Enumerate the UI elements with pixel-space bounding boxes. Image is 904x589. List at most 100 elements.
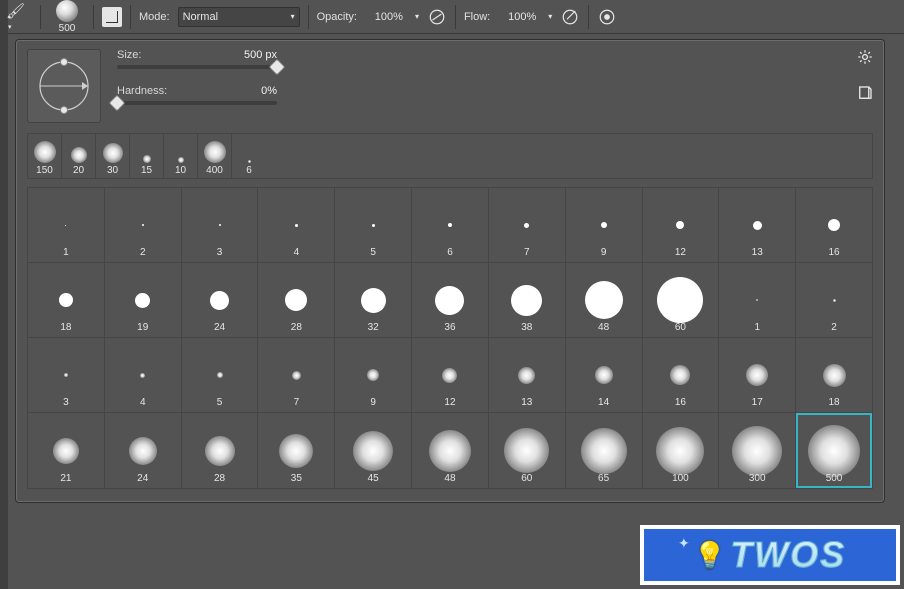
brush-preset-item[interactable]: 13 [489, 338, 566, 413]
new-preset-button[interactable] [855, 83, 875, 103]
brush-label: 12 [675, 247, 686, 258]
brush-preset-item[interactable]: 16 [796, 188, 872, 263]
hardness-value[interactable]: 0% [261, 85, 277, 97]
brush-preset-item[interactable]: 24 [105, 413, 182, 488]
brush-label: 16 [675, 397, 686, 408]
brush-preset-button[interactable]: 500 [49, 0, 85, 34]
brush-tip-icon [143, 155, 151, 163]
brush-preset-item[interactable]: 36 [412, 263, 489, 338]
brush-preset-item[interactable]: 9 [335, 338, 412, 413]
brush-label: 14 [598, 397, 609, 408]
brush-preset-item[interactable]: 12 [412, 338, 489, 413]
brush-preset-item[interactable]: 32 [335, 263, 412, 338]
separator [308, 5, 309, 29]
opacity-value[interactable]: 100% [365, 7, 407, 27]
brush-preset-item[interactable]: 4 [258, 188, 335, 263]
brush-label: 35 [291, 473, 302, 484]
brush-preset-item[interactable]: 500 [796, 413, 872, 488]
brush-preset-item[interactable]: 18 [28, 263, 105, 338]
brush-preset-item[interactable]: 5 [335, 188, 412, 263]
brush-preset-item[interactable]: 2 [796, 263, 872, 338]
brush-label: 4 [140, 397, 146, 408]
brush-preset-item[interactable]: 9 [566, 188, 643, 263]
brush-preset-item[interactable]: 19 [105, 263, 182, 338]
recent-brush-item[interactable]: 15 [130, 134, 164, 178]
brush-tip-icon [656, 427, 704, 475]
brush-preset-item[interactable]: 13 [719, 188, 796, 263]
brush-preset-item[interactable]: 28 [182, 413, 259, 488]
recent-brush-item[interactable]: 150 [28, 134, 62, 178]
brush-preset-item[interactable]: 12 [643, 188, 720, 263]
brush-tip-icon [285, 289, 307, 311]
brush-preset-item[interactable]: 18 [796, 338, 872, 413]
flyout-menu-button[interactable] [855, 47, 875, 67]
brush-preset-item[interactable]: 35 [258, 413, 335, 488]
airbrush-toggle[interactable] [560, 7, 580, 27]
toggle-brush-panel-button[interactable] [102, 7, 122, 27]
brush-label: 60 [675, 322, 686, 333]
brush-preset-item[interactable]: 16 [643, 338, 720, 413]
opacity-pressure-toggle[interactable] [427, 7, 447, 27]
brush-preset-item[interactable]: 5 [182, 338, 259, 413]
airbrush-icon [561, 8, 579, 26]
hardness-slider[interactable] [117, 101, 277, 105]
brush-preset-item[interactable]: 14 [566, 338, 643, 413]
brush-preset-item[interactable]: 48 [566, 263, 643, 338]
recent-brush-item[interactable]: 30 [96, 134, 130, 178]
mode-label: Mode: [139, 11, 170, 23]
brush-label: 1 [754, 322, 760, 333]
brush-preset-item[interactable]: 17 [719, 338, 796, 413]
chevron-down-icon[interactable]: ▾ [548, 12, 552, 21]
brush-preset-item[interactable]: 7 [489, 188, 566, 263]
slider-thumb-icon[interactable] [269, 59, 286, 76]
brush-preset-item[interactable]: 100 [643, 413, 720, 488]
brush-label: 400 [206, 165, 223, 176]
brush-tip-icon [205, 436, 235, 466]
brush-preset-item[interactable]: 45 [335, 413, 412, 488]
brush-preset-item[interactable]: 21 [28, 413, 105, 488]
brush-preset-item[interactable]: 1 [28, 188, 105, 263]
brush-preset-item[interactable]: 24 [182, 263, 259, 338]
separator [588, 5, 589, 29]
brush-preset-item[interactable]: 2 [105, 188, 182, 263]
brush-preset-item[interactable]: 3 [182, 188, 259, 263]
brush-preset-item[interactable]: 38 [489, 263, 566, 338]
brush-preset-popover: Size: 500 px Hardness: 0% 15020301510400… [16, 40, 884, 502]
recent-brush-item[interactable]: 6 [232, 134, 266, 178]
blend-mode-select[interactable]: Normal ▾ [178, 7, 300, 27]
brush-preset-item[interactable]: 7 [258, 338, 335, 413]
size-pressure-toggle[interactable] [597, 7, 617, 27]
brush-preset-item[interactable]: 6 [412, 188, 489, 263]
separator [130, 5, 131, 29]
chevron-down-icon: ▾ [291, 12, 295, 21]
options-bar: 🖌 ▾ 500 Mode: Normal ▾ Opacity: 100% ▾ F… [0, 0, 904, 34]
recent-brush-item[interactable]: 20 [62, 134, 96, 178]
brush-label: 28 [214, 473, 225, 484]
recent-brush-item[interactable]: 400 [198, 134, 232, 178]
brush-preset-item[interactable]: 60 [643, 263, 720, 338]
brush-tool-indicator[interactable]: 🖌 ▾ [6, 2, 32, 31]
brush-preset-item[interactable]: 3 [28, 338, 105, 413]
size-slider[interactable] [117, 65, 277, 69]
brush-tip-icon [518, 367, 535, 384]
brush-label: 7 [294, 397, 300, 408]
brush-preset-item[interactable]: 300 [719, 413, 796, 488]
brush-preset-item[interactable]: 65 [566, 413, 643, 488]
brush-tip-icon [524, 223, 529, 228]
size-value[interactable]: 500 px [244, 49, 277, 61]
brush-preset-item[interactable]: 1 [719, 263, 796, 338]
brush-angle-control[interactable] [27, 49, 101, 123]
brush-preset-item[interactable]: 4 [105, 338, 182, 413]
brush-preset-item[interactable]: 48 [412, 413, 489, 488]
recent-brush-item[interactable]: 10 [164, 134, 198, 178]
brush-preset-item[interactable]: 60 [489, 413, 566, 488]
app-left-edge [0, 0, 8, 589]
brush-preset-item[interactable]: 28 [258, 263, 335, 338]
chevron-down-icon[interactable]: ▾ [415, 12, 419, 21]
slider-thumb-icon[interactable] [109, 95, 126, 112]
brush-label: 100 [672, 473, 689, 484]
brush-label: 3 [63, 397, 69, 408]
flow-value[interactable]: 100% [498, 7, 540, 27]
brush-tip-icon [601, 222, 607, 228]
angle-dial-icon [33, 55, 95, 117]
